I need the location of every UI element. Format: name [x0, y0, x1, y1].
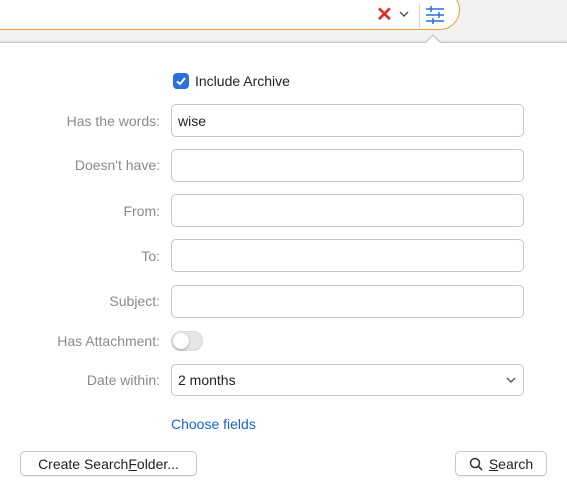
create-search-folder-button[interactable]: Create Search Folder...	[20, 451, 197, 476]
include-archive-label: Include Archive	[195, 73, 290, 89]
search-label-mnemonic: S	[488, 455, 499, 472]
has-attachment-label: Has Attachment:	[57, 333, 160, 349]
choose-fields-link[interactable]: Choose fields	[171, 416, 256, 432]
has-attachment-toggle[interactable]	[171, 331, 203, 351]
search-icon	[469, 457, 483, 471]
chevron-down-icon[interactable]	[398, 8, 410, 20]
include-archive-option[interactable]: Include Archive	[173, 73, 290, 89]
popover-arrow-fill	[425, 35, 441, 44]
date-within-select[interactable]: 2 months	[171, 364, 524, 396]
sliders-icon[interactable]	[424, 5, 446, 25]
chevron-down-icon	[506, 377, 516, 383]
to-label: To:	[141, 248, 160, 264]
from-label: From:	[123, 203, 160, 219]
create-folder-label-post: older...	[136, 455, 179, 472]
create-folder-label-pre: Create Search	[38, 455, 129, 472]
has-words-label: Has the words:	[66, 113, 160, 129]
toolbar-separator	[419, 4, 420, 28]
close-icon: ✕	[376, 4, 393, 26]
doesnt-have-input[interactable]	[171, 149, 524, 182]
toggle-knob	[173, 333, 189, 349]
search-label-post: earch	[498, 455, 534, 472]
date-within-label: Date within:	[86, 372, 160, 388]
checkmark-icon	[176, 77, 186, 86]
date-within-value: 2 months	[178, 372, 236, 388]
create-folder-label-mnemonic: F	[128, 455, 137, 472]
include-archive-checkbox[interactable]	[173, 73, 189, 89]
search-button[interactable]: Search	[455, 451, 547, 476]
has-words-input[interactable]	[171, 104, 524, 137]
from-input[interactable]	[171, 194, 524, 227]
subject-input[interactable]	[171, 285, 524, 318]
doesnt-have-label: Doesn't have:	[74, 157, 160, 173]
clear-search-button[interactable]: ✕	[376, 5, 394, 25]
subject-label: Subject:	[109, 293, 160, 309]
to-input[interactable]	[171, 239, 524, 272]
